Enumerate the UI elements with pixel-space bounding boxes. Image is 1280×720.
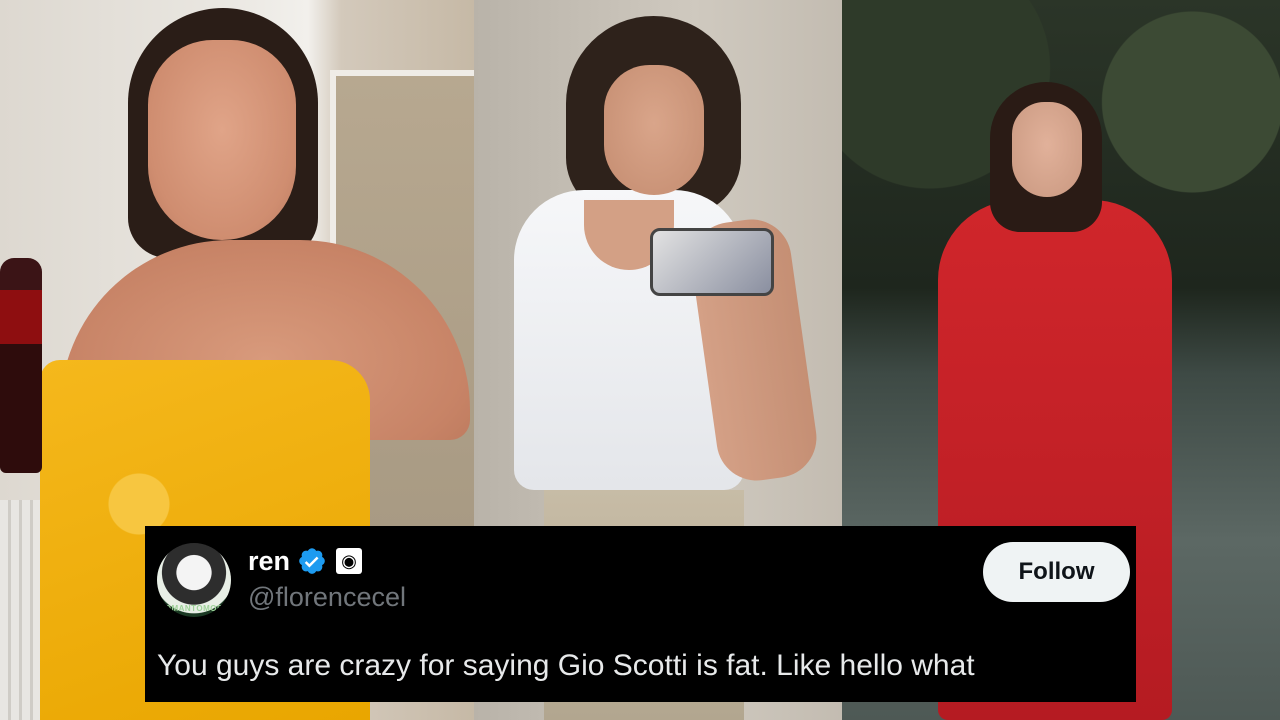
avatar-text: ROMANTOMORA <box>158 604 230 613</box>
cola-bottle <box>0 258 42 473</box>
verified-badge-icon[interactable] <box>297 546 327 576</box>
display-name[interactable]: ren <box>248 546 290 577</box>
face <box>148 40 296 240</box>
face <box>604 65 704 195</box>
affiliate-badge-icon[interactable]: ◉ <box>336 548 363 574</box>
face <box>1012 102 1082 197</box>
tweet-card: ROMANTOMORA ren ◉ @florencecel Follow Yo… <box>145 526 1136 702</box>
tweet-text: You guys are crazy for saying Gio Scotti… <box>157 649 975 682</box>
avatar[interactable]: ROMANTOMORA <box>157 543 231 617</box>
follow-button[interactable]: Follow <box>983 542 1130 602</box>
phone <box>650 228 774 296</box>
author-row: ren ◉ <box>248 543 363 579</box>
user-handle[interactable]: @florencecel <box>248 582 406 613</box>
